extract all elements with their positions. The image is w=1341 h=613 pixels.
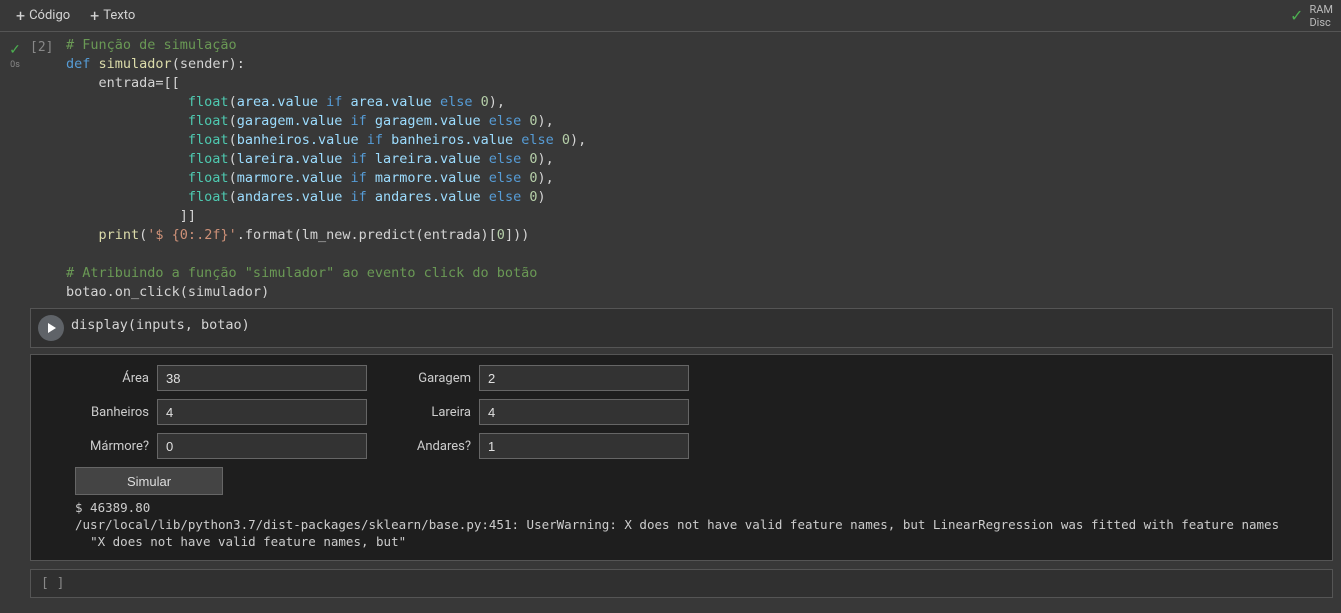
- code-cell-running: display(inputs, botao): [30, 308, 1333, 348]
- cell-prompt: [2]: [30, 36, 66, 302]
- executed-check-icon: ✓: [9, 42, 21, 58]
- status-text: RAM Disc: [1309, 3, 1333, 29]
- connected-check-icon: ✓: [1290, 6, 1303, 25]
- add-code-label: Código: [29, 8, 70, 23]
- toolbar-right: ✓ RAM Disc: [1290, 3, 1333, 29]
- lareira-label: Lareira: [397, 405, 479, 420]
- area-label: Área: [75, 371, 157, 386]
- add-text-button[interactable]: + Texto: [82, 4, 143, 28]
- area-input[interactable]: [157, 365, 367, 391]
- toolbar-left: + Código + Texto: [8, 4, 143, 28]
- code-editor[interactable]: display(inputs, botao): [71, 309, 250, 341]
- play-icon: [48, 323, 56, 333]
- cell-prompt: [ ]: [41, 576, 64, 591]
- warning-line: "X does not have valid feature names, bu…: [75, 534, 406, 549]
- run-cell-button[interactable]: [38, 315, 64, 341]
- empty-code-cell[interactable]: [ ]: [30, 569, 1333, 598]
- plus-icon: +: [90, 8, 99, 24]
- add-text-label: Texto: [103, 8, 135, 23]
- ram-label: RAM: [1309, 3, 1333, 16]
- andares-input[interactable]: [479, 433, 689, 459]
- simular-button[interactable]: Simular: [75, 467, 223, 495]
- code-editor[interactable]: # Função de simulação def simulador(send…: [66, 36, 586, 302]
- marmore-label: Mármore?: [75, 439, 157, 454]
- result-value: $ 46389.80: [75, 500, 150, 515]
- banheiros-label: Banheiros: [75, 405, 157, 420]
- code-cell: ✓ 0s [2] # Função de simulação def simul…: [0, 36, 1341, 302]
- plus-icon: +: [16, 8, 25, 24]
- banheiros-input[interactable]: [157, 399, 367, 425]
- warning-line: /usr/local/lib/python3.7/dist-packages/s…: [75, 517, 1279, 532]
- notebook-area: ✓ 0s [2] # Função de simulação def simul…: [0, 32, 1341, 598]
- garagem-label: Garagem: [397, 371, 479, 386]
- marmore-input[interactable]: [157, 433, 367, 459]
- add-code-button[interactable]: + Código: [8, 4, 78, 28]
- cell-gutter: ✓ 0s: [0, 36, 30, 302]
- top-toolbar: + Código + Texto ✓ RAM Disc: [0, 0, 1341, 32]
- disk-label: Disc: [1309, 16, 1333, 29]
- garagem-input[interactable]: [479, 365, 689, 391]
- andares-label: Andares?: [397, 439, 479, 454]
- lareira-input[interactable]: [479, 399, 689, 425]
- exec-time: 0s: [10, 60, 20, 70]
- cell-output: Área Garagem Banheiros Lareira Mármore?: [30, 354, 1333, 561]
- output-text: $ 46389.80 /usr/local/lib/python3.7/dist…: [75, 499, 1322, 550]
